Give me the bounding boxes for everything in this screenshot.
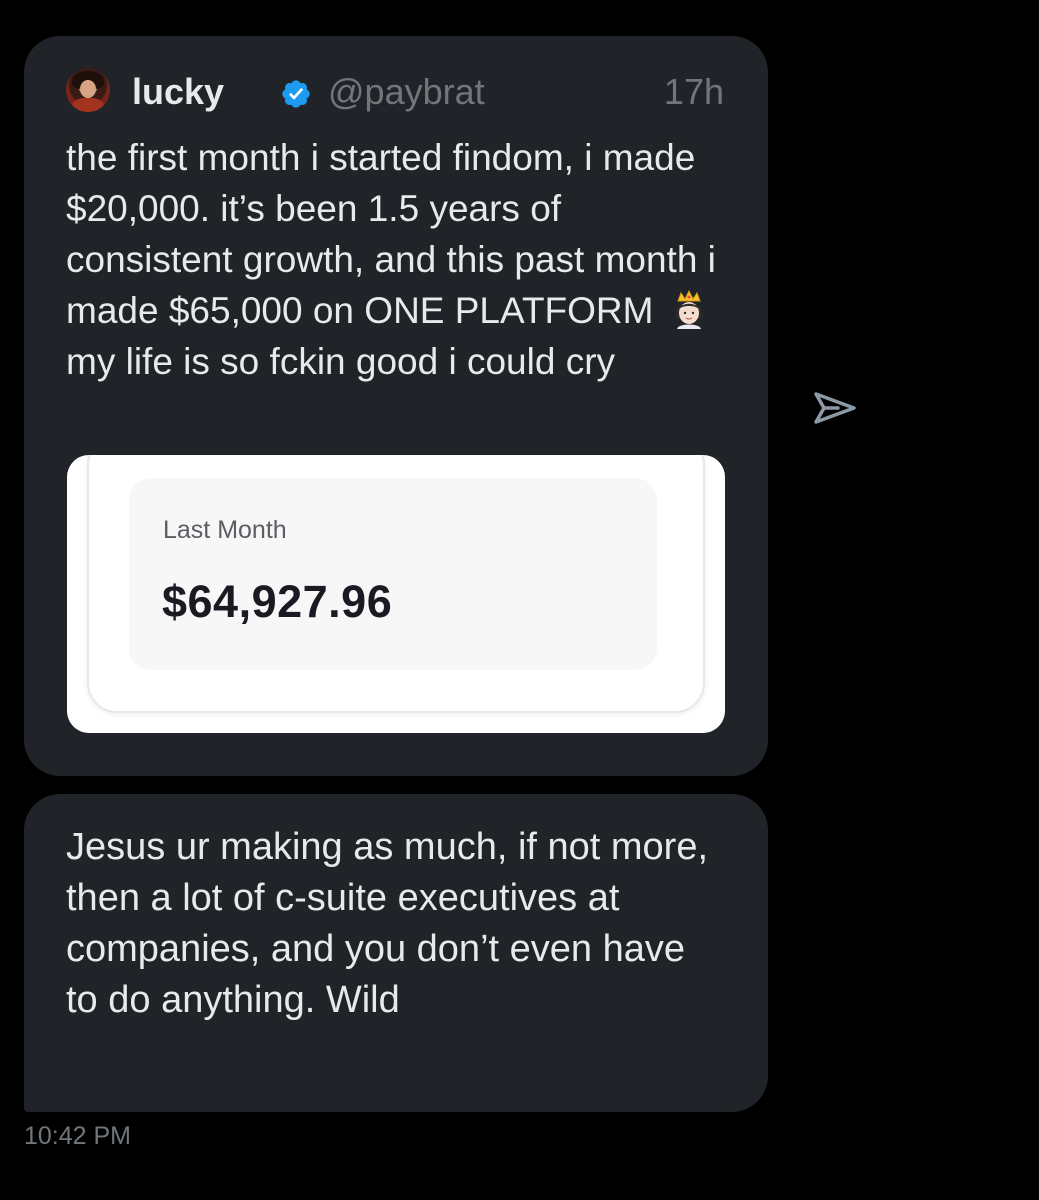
handle[interactable]: @paybrat [328, 70, 485, 114]
tweet-text-part-2: my life is so fckin good i could cry [66, 341, 616, 382]
stat-value: $64,927.96 [162, 576, 393, 627]
tweet-text: the first month i started findom, i made… [66, 132, 734, 387]
media-image[interactable]: Last Month $64,927.96 [67, 455, 725, 733]
reply-message-bubble[interactable]: Jesus ur making as much, if not more, th… [24, 794, 768, 1112]
tweet-text-part-1: the first month i started findom, i made… [66, 137, 716, 331]
display-name[interactable]: lucky [132, 70, 224, 114]
reply-message-text: Jesus ur making as much, if not more, th… [66, 826, 709, 1021]
send-arrow-icon[interactable] [808, 382, 860, 434]
princess-crown-emoji [676, 289, 703, 329]
stat-label: Last Month [163, 516, 287, 544]
verified-badge-icon [282, 80, 310, 108]
quoted-tweet-bubble[interactable]: lucky @paybrat 17h the first month i sta… [24, 36, 768, 776]
stat-panel: Last Month $64,927.96 [129, 478, 657, 670]
time-ago: 17h [663, 71, 724, 112]
avatar[interactable] [66, 68, 110, 112]
tweet-header: lucky @paybrat 17h [66, 66, 724, 118]
message-timestamp: 10:42 PM [24, 1122, 132, 1150]
